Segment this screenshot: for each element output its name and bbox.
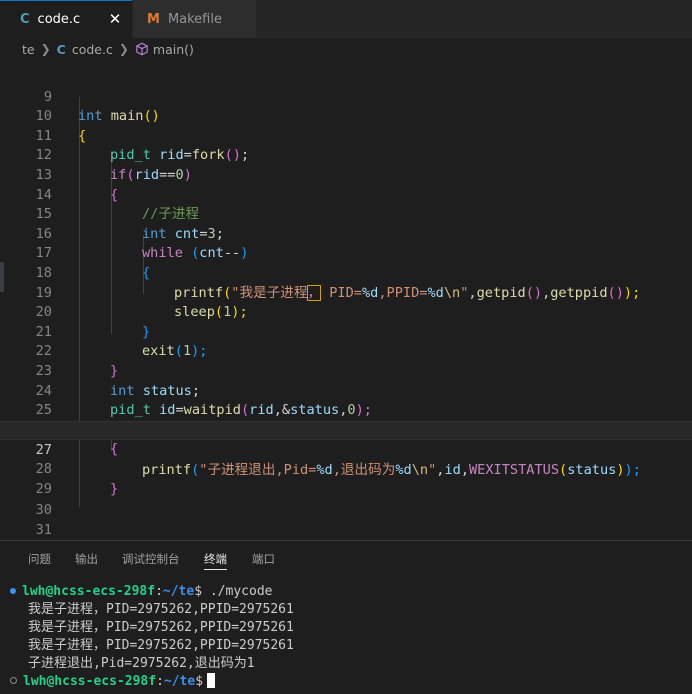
terminal-output-line: 子进程退出,Pid=2975262,退出码为1 [28,656,255,671]
c-file-icon: C [20,12,30,27]
code-line: 26 { [0,401,692,458]
editor-tab-bar: C code.c ✕ M Makefile [0,0,692,39]
chevron-right-icon: ❯ [118,42,129,56]
code-line: 25 if(id>0) [0,382,692,438]
tab-code-c[interactable]: C code.c ✕ [0,0,132,38]
code-line: 32 return 0; [0,520,692,540]
terminal-output-line: 我是子进程，PID=2975262,PPID=2975261 [28,620,294,635]
code-line: 11 pid_t rid=fork(); [0,107,692,164]
code-line: 9 int main() [0,68,692,125]
tab-ports[interactable]: 端口 [252,551,275,569]
code-line: 22 } [0,323,692,379]
code-line: 23 int status; [0,342,692,399]
tab-output[interactable]: 输出 [75,551,98,569]
code-line-current: 27 printf("子进程退出,Pid=%d,退出码为%d\n",id,WEX… [0,420,692,478]
code-line: 13 { [0,146,692,203]
terminal-output-line: 我是子进程，PID=2975262,PPID=2975261 [28,602,294,617]
tab-debug-console[interactable]: 调试控制台 [122,551,180,569]
breadcrumb-file[interactable]: code.c [72,42,113,57]
panel-tab-bar: 问题 输出 调试控制台 终端 端口 [0,541,692,575]
code-line: 16 while (cnt--) [0,205,692,262]
tab-label: Makefile [167,11,222,27]
code-line: 24 pid_t id=waitpid(rid,&status,0); [0,362,692,419]
breadcrumb-folder[interactable]: te [22,42,35,57]
code-line: 21 exit(1); [0,303,692,360]
command-pending-icon [10,677,17,684]
code-line: 30 [0,481,692,518]
close-icon[interactable]: ✕ [106,10,124,28]
tab-makefile[interactable]: M Makefile [132,0,256,38]
terminal-cursor [207,673,216,688]
code-line: 15 int cnt=3; [0,186,692,242]
breadcrumb: te ❯ C code.c ❯ main() [0,38,692,60]
tab-label: code.c [37,12,81,27]
tab-terminal[interactable]: 终端 [204,551,227,570]
c-file-icon: C [56,41,66,57]
code-line: 31 [0,501,692,538]
makefile-icon: M [147,11,160,27]
terminal-prompt-line[interactable]: lwh@hcss-ecs-298f:~/te$ ./mycode [10,583,272,601]
code-line: 20 } [0,284,692,340]
code-line: 12 if(rid==0) [0,127,692,183]
code-line: 29 [0,460,692,497]
terminal-output-line: 我是子进程，PID=2975262,PPID=2975261 [28,638,294,653]
code-line: 18 printf("我是子进程， PID=%d,PPID=%d\n",getp… [0,244,692,301]
code-line: 14 //子进程 [0,166,692,223]
command-success-icon [10,587,16,594]
symbol-method-icon [136,42,148,56]
chevron-right-icon: ❯ [40,42,51,56]
code-editor[interactable]: 9 int main() 10 { 11 pid_t rid=fork(); 1… [0,62,692,540]
bottom-panel: 问题 输出 调试控制台 终端 端口 lwh@hcss-ecs-298f:~/te… [0,540,692,694]
terminal-prompt-line[interactable]: lwh@hcss-ecs-298f:~/te$ [10,673,216,691]
code-line: 17 { [0,225,692,281]
breadcrumb-symbol[interactable]: main() [153,42,194,57]
code-line: 28 } [0,440,692,497]
tab-problems[interactable]: 问题 [28,551,51,569]
code-line: 19 sleep(1); [0,264,692,321]
vscode-window: C code.c ✕ M Makefile te ❯ C code.c ❯ ma… [0,0,692,694]
code-line: 10 { [0,88,692,144]
